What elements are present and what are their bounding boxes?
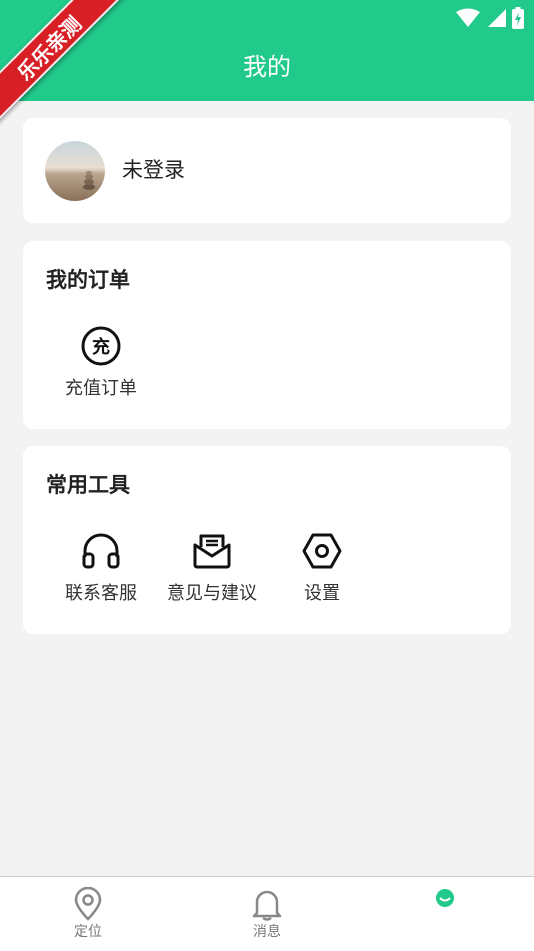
avatar[interactable] bbox=[45, 141, 105, 201]
feedback-mail-icon bbox=[193, 534, 231, 569]
customer-service-button[interactable]: 联系客服 bbox=[46, 530, 156, 606]
orders-section-title: 我的订单 bbox=[46, 268, 130, 292]
bottom-navigation: 定位 消息 bbox=[0, 876, 534, 951]
recharge-orders-button[interactable]: 充 充值订单 bbox=[46, 325, 156, 401]
screen: 我的 乐乐亲测 未登录 我的订单 充 充值订单 常用工具 联系客服 意见与建议 … bbox=[0, 0, 534, 951]
recharge-orders-label: 充值订单 bbox=[65, 378, 137, 399]
settings-button[interactable]: 设置 bbox=[267, 530, 377, 606]
status-bar-icons bbox=[456, 7, 524, 29]
nav-location[interactable]: 定位 bbox=[48, 887, 128, 941]
avatar-image bbox=[45, 141, 105, 201]
page-title: 我的 bbox=[243, 53, 291, 81]
nav-messages[interactable]: 消息 bbox=[227, 887, 307, 941]
bell-icon bbox=[252, 890, 282, 921]
feedback-label: 意见与建议 bbox=[167, 583, 257, 604]
battery-icon bbox=[512, 7, 524, 29]
nav-location-label: 定位 bbox=[74, 924, 102, 940]
recharge-glyph: 充 bbox=[92, 336, 110, 358]
tools-section-title: 常用工具 bbox=[46, 473, 130, 497]
common-tools-card: 常用工具 联系客服 意见与建议 设置 bbox=[23, 446, 511, 634]
nav-messages-label: 消息 bbox=[253, 924, 281, 940]
signal-icon bbox=[488, 9, 506, 27]
settings-hexagon-icon bbox=[302, 533, 342, 569]
feedback-button[interactable]: 意见与建议 bbox=[157, 530, 267, 606]
profile-icon bbox=[436, 889, 454, 907]
location-pin-icon bbox=[74, 887, 102, 921]
headset-icon bbox=[82, 533, 120, 569]
wifi-icon bbox=[456, 8, 480, 27]
app-header: 我的 乐乐亲测 bbox=[0, 0, 534, 130]
settings-label: 设置 bbox=[304, 583, 340, 604]
login-status-label[interactable]: 未登录 bbox=[122, 156, 185, 184]
customer-service-label: 联系客服 bbox=[65, 583, 137, 604]
nav-profile[interactable] bbox=[405, 887, 485, 923]
profile-card[interactable]: 未登录 bbox=[23, 118, 511, 223]
my-orders-card: 我的订单 充 充值订单 bbox=[23, 241, 511, 429]
recharge-icon: 充 bbox=[81, 326, 121, 366]
